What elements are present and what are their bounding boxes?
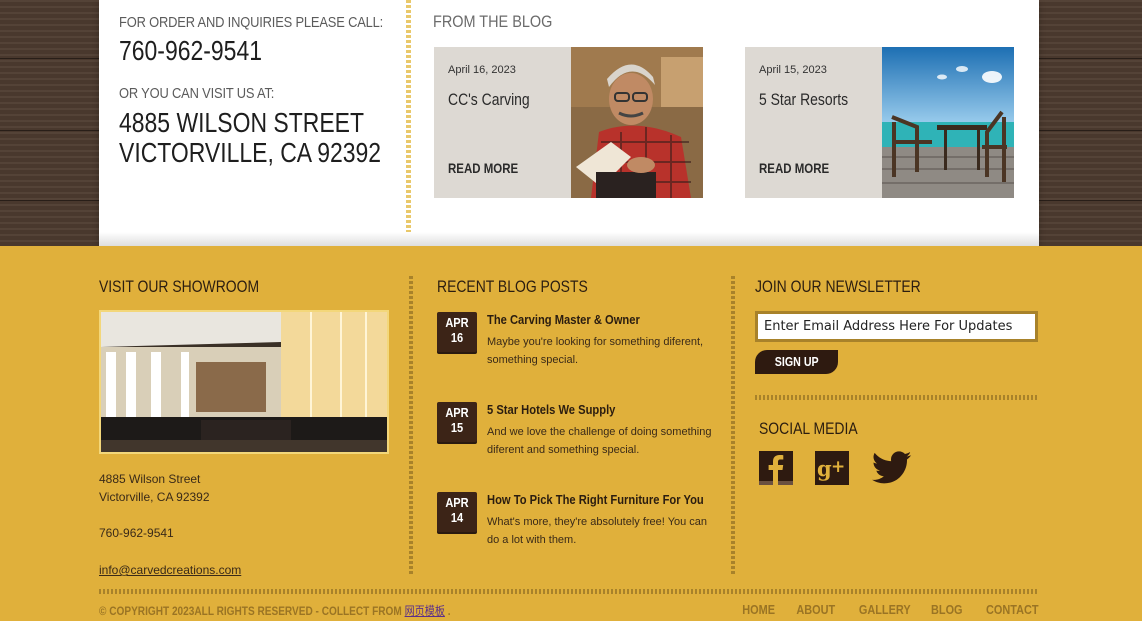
svg-text:g: g — [817, 456, 832, 481]
twitter-icon[interactable] — [871, 450, 912, 491]
contact-city: VICTORVILLE, CA 92392 — [119, 137, 382, 168]
date-day: 15 — [450, 420, 464, 435]
signup-button[interactable]: SIGN UP — [755, 350, 838, 374]
copyright-text: © COPYRIGHT 2023ALL RIGHTS RESERVED - CO… — [99, 602, 451, 619]
blog-card-date: April 15, 2023 — [759, 64, 827, 76]
blog-card-title[interactable]: 5 Star Resorts — [759, 90, 848, 110]
recent-post-title[interactable]: How To Pick The Right Furniture For You — [487, 492, 704, 507]
footer-nav-gallery[interactable]: GALLERY — [859, 602, 911, 617]
showroom-photo — [99, 310, 389, 454]
showroom-phone: 760-962-9541 — [99, 526, 174, 540]
footer-nav-contact[interactable]: CONTACT — [986, 602, 1039, 617]
divider — [755, 395, 1038, 400]
column-divider — [406, 0, 411, 232]
column-divider — [409, 276, 413, 576]
google-plus-icon[interactable]: g + — [815, 451, 849, 490]
footer: VISIT OUR SHOWROOM 4885 Wilson Street Vi… — [0, 246, 1142, 621]
copyright-label: © COPYRIGHT 2023ALL RIGHTS RESERVED - CO… — [99, 604, 405, 618]
social-heading: SOCIAL MEDIA — [759, 419, 858, 438]
footer-nav-about[interactable]: ABOUT — [796, 602, 835, 617]
date-month: APR — [445, 315, 469, 330]
date-day: 16 — [450, 330, 464, 345]
facebook-icon[interactable] — [759, 451, 793, 490]
copyright-tail: . — [444, 604, 451, 618]
recent-post-excerpt: And we love the challenge of doing somet… — [487, 426, 712, 456]
contact-phone: 760-962-9541 — [119, 35, 262, 66]
footer-nav: HOME ABOUT GALLERY BLOG CONTACT — [722, 602, 1039, 617]
date-badge: APR 14 — [437, 492, 477, 532]
column-divider — [731, 276, 735, 576]
resort-photo — [882, 47, 1014, 198]
showroom-city: Victorville, CA 92392 — [99, 490, 210, 504]
date-month: APR — [445, 405, 469, 420]
footer-nav-home[interactable]: HOME — [742, 602, 775, 617]
recent-post-excerpt: Maybe you're looking for something difer… — [487, 336, 704, 366]
date-day: 14 — [450, 510, 464, 525]
recent-posts-heading: RECENT BLOG POSTS — [437, 277, 588, 296]
date-badge: APR 15 — [437, 402, 477, 442]
showroom-heading: VISIT OUR SHOWROOM — [99, 277, 260, 296]
contact-info: FOR ORDER AND INQUIRIES PLEASE CALL: 760… — [119, 14, 389, 168]
contact-street: 4885 WILSON STREET — [119, 107, 364, 138]
read-more-link[interactable]: READ MORE — [448, 160, 518, 176]
newsletter-heading: JOIN OUR NEWSLETTER — [755, 277, 921, 296]
recent-post-excerpt: What's more, they're absolutely free! Yo… — [487, 516, 708, 546]
read-more-link[interactable]: READ MORE — [759, 160, 829, 176]
date-month: APR — [445, 495, 469, 510]
newsletter-email-input[interactable] — [755, 311, 1038, 342]
blog-card[interactable]: April 16, 2023 CC's Carving READ MORE — [434, 47, 703, 198]
blog-card[interactable]: April 15, 2023 5 Star Resorts READ MORE — [745, 47, 1014, 198]
footer-nav-blog[interactable]: BLOG — [931, 602, 963, 617]
showroom-street: 4885 Wilson Street — [99, 472, 201, 486]
email-link[interactable]: info@carvedcreations.com — [99, 563, 241, 577]
signup-label: SIGN UP — [774, 354, 819, 369]
svg-text:+: + — [831, 457, 845, 477]
date-badge: APR 16 — [437, 312, 477, 352]
order-label: FOR ORDER AND INQUIRIES PLEASE CALL: — [119, 14, 384, 31]
blog-card-title[interactable]: CC's Carving — [448, 90, 530, 110]
top-content-panel: FOR ORDER AND INQUIRIES PLEASE CALL: 760… — [99, 0, 1039, 246]
carver-photo — [571, 47, 703, 198]
blog-heading: FROM THE BLOG — [433, 12, 553, 31]
visit-label: OR YOU CAN VISIT US AT: — [119, 85, 275, 102]
recent-post-title[interactable]: The Carving Master & Owner — [487, 312, 640, 327]
template-link[interactable]: 网页模板 — [405, 604, 445, 618]
blog-card-date: April 16, 2023 — [448, 64, 516, 76]
recent-post-title[interactable]: 5 Star Hotels We Supply — [487, 402, 615, 417]
footer-divider — [99, 589, 1038, 594]
